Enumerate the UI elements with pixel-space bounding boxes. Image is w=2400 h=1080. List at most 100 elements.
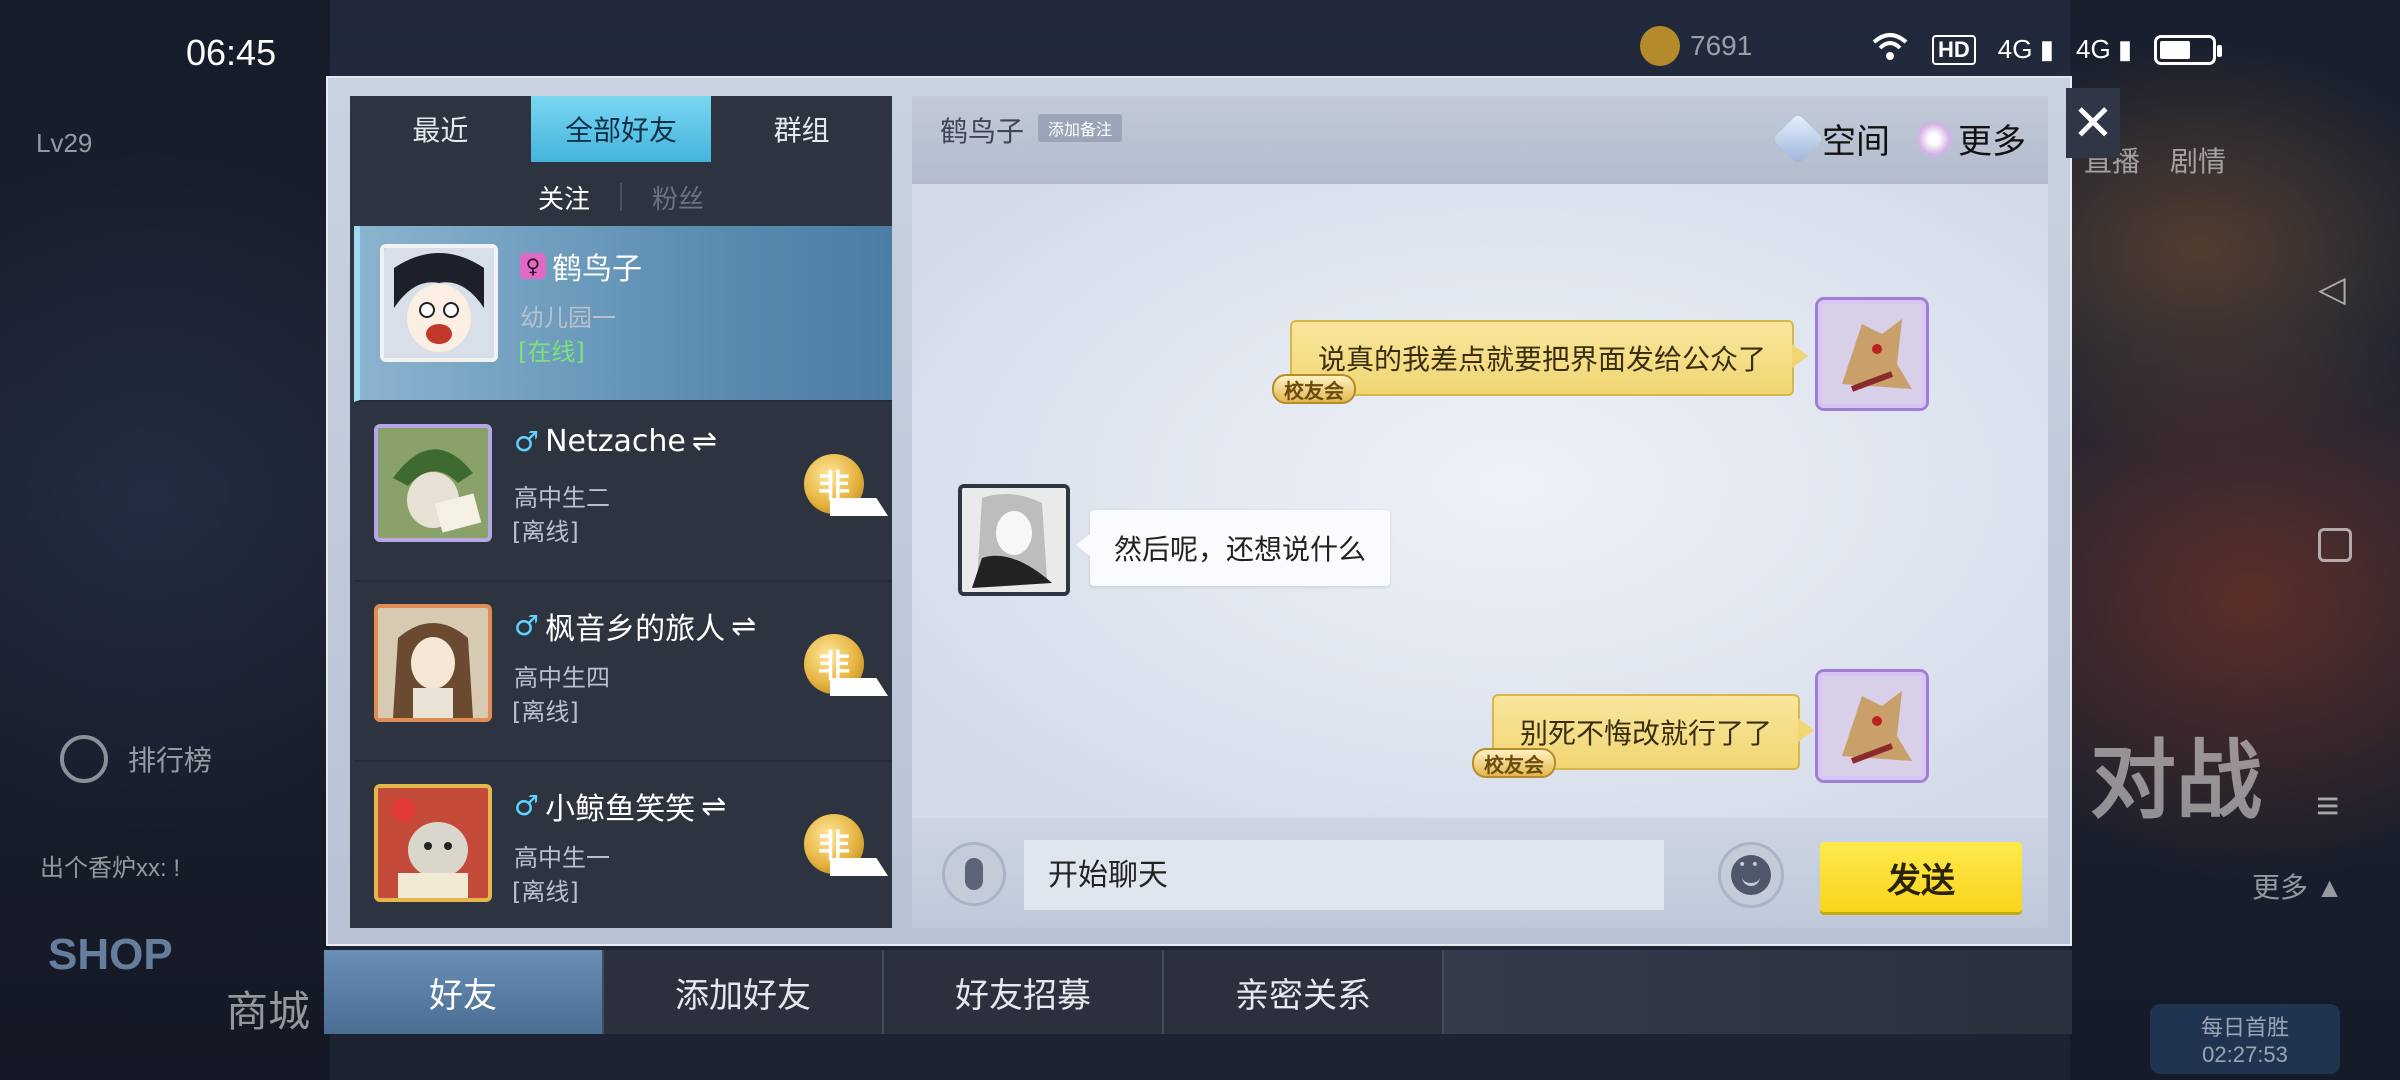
alumni-badge: 校友会 [1272, 374, 1356, 404]
alumni-badge: 校友会 [1472, 748, 1556, 778]
contact-avatar[interactable] [958, 484, 1070, 596]
daily-first-win[interactable]: 每日首胜 02:27:53 [2150, 1004, 2340, 1074]
drama-button[interactable]: 剧情 [2170, 140, 2226, 180]
hd-icon: HD [1932, 34, 1976, 65]
space-icon [1772, 113, 1824, 164]
battery-icon [2154, 34, 2223, 65]
more-button[interactable]: 更多 [1916, 114, 2026, 163]
anime-girl-avatar-icon [384, 248, 494, 358]
coin-amount: 7691 [1690, 30, 1753, 61]
chat-message-area[interactable]: 说真的我差点就要把界面发给公众了 校友会 然后呢，还想说什么 别死不悔改就行了了… [912, 184, 2048, 818]
chat-text-input[interactable] [1024, 840, 1664, 910]
daily-countdown: 02:27:53 [2202, 1042, 2288, 1067]
coin-counter: 7691 [1640, 26, 1752, 66]
friend-item[interactable]: ♀ 鹤鸟子 幼儿园一 [在线] [354, 226, 892, 402]
tab-add-friend[interactable]: 添加好友 [604, 950, 884, 1034]
emoji-button[interactable] [1718, 842, 1784, 908]
friend-category-tabs: 最近 全部好友 群组 [350, 96, 892, 162]
green-hat-avatar-icon [378, 428, 488, 538]
friend-item[interactable]: ♂ 小鲸鱼笑笑 ⇌ 高中生一 [离线] 非 [354, 766, 892, 928]
friend-name-row: ♂ 小鲸鱼笑笑 ⇌ [514, 784, 726, 828]
friend-name-row: ♀ 鹤鸟子 [520, 244, 642, 288]
dragon-avatar-icon [1822, 304, 1922, 404]
manga-girl-avatar-icon [962, 488, 1066, 592]
mutual-follow-icon: ⇌ [701, 788, 727, 824]
wifi-icon [1870, 30, 1910, 69]
world-message: 出个香炉xx: ! [40, 855, 181, 882]
friend-avatar [374, 784, 492, 902]
medal-ribbon [830, 858, 888, 876]
ranking-icon [60, 735, 108, 783]
tab-friend-recruit[interactable]: 好友招募 [884, 950, 1164, 1034]
signal-icon-2: 4G ▮ [2076, 34, 2133, 64]
cartoon-ghost-avatar-icon [378, 788, 488, 898]
medal-ribbon [830, 678, 888, 696]
tab-friends[interactable]: 好友 [324, 950, 604, 1034]
tab-groups[interactable]: 群组 [711, 96, 892, 162]
friend-status: [离线] [512, 518, 579, 546]
player-level: Lv29 [36, 128, 93, 158]
follow-sub-tabs: 关注 粉丝 [350, 162, 892, 232]
add-note-button[interactable]: 添加备注 [1038, 114, 1123, 142]
chat-contact-name: 鹤鸟子 [940, 115, 1025, 148]
background-left-area [0, 0, 330, 1080]
chat-bubble-contact: 然后呢，还想说什么 [1075, 510, 1391, 586]
microphone-icon [965, 858, 983, 890]
shop-logo[interactable]: SHOP [48, 930, 173, 980]
friend-avatar [374, 604, 492, 722]
status-time: 06:45 [186, 32, 277, 73]
tab-intimate-relations[interactable]: 亲密关系 [1164, 950, 1444, 1034]
tab-recent[interactable]: 最近 [350, 96, 531, 162]
male-icon: ♂ [514, 609, 540, 642]
friend-avatar [380, 244, 498, 362]
bottom-tabs-filler [1444, 950, 2072, 1034]
chat-bubble-self: 说真的我差点就要把界面发给公众了 [1290, 320, 1809, 396]
ranking-button[interactable]: 排行榜 [60, 735, 212, 783]
mutual-follow-icon: ⇌ [691, 424, 718, 459]
coin-icon [1640, 26, 1680, 66]
sub-tab-following[interactable]: 关注 [538, 179, 590, 216]
sub-tab-fans[interactable]: 粉丝 [652, 179, 704, 216]
more-label: 更多 [1958, 122, 2026, 162]
friend-grade: 高中生一 [514, 844, 610, 872]
status-icons: HD 4G ▮ 4G ▮ [1870, 30, 2223, 69]
shop-label[interactable]: 商城 [226, 978, 310, 1039]
smiley-icon [1731, 855, 1771, 895]
more-icon [1916, 120, 1952, 157]
friend-status: [离线] [512, 878, 579, 906]
friend-list-panel: 最近 全部好友 群组 关注 粉丝 ♀ 鹤鸟子 幼儿园一 [在线] ♂ Netza… [350, 96, 892, 928]
friend-item[interactable]: ♂ 枫音乡的旅人 ⇌ 高中生四 [离线] 非 [354, 586, 892, 762]
female-icon: ♀ [520, 253, 546, 279]
voice-button[interactable] [942, 842, 1006, 906]
daily-first-win-label: 每日首胜 [2200, 1015, 2289, 1040]
friend-name: Netzache [545, 424, 686, 459]
friend-grade: 高中生二 [514, 484, 610, 512]
friend-name: 鹤鸟子 [552, 252, 642, 287]
battle-banner: 对战 [2090, 733, 2262, 829]
signal-icon-1: 4G ▮ [1997, 34, 2054, 64]
friend-name: 枫音乡的旅人 [545, 612, 726, 647]
friend-name-row: ♂ Netzache ⇌ [514, 424, 717, 459]
self-avatar[interactable] [1818, 672, 1926, 780]
brown-hair-avatar-icon [378, 608, 488, 718]
friend-grade: 高中生四 [514, 664, 610, 692]
self-avatar[interactable] [1818, 300, 1926, 408]
close-icon: ✕ [2072, 94, 2114, 152]
back-nav-icon[interactable]: ◁ [2318, 268, 2346, 310]
friend-name-row: ♂ 枫音乡的旅人 ⇌ [514, 604, 756, 648]
friends-bottom-tabs: 好友 添加好友 好友招募 亲密关系 [324, 950, 2072, 1034]
male-icon: ♂ [514, 789, 540, 822]
send-button[interactable]: 发送 [1820, 842, 2022, 912]
recents-nav-icon[interactable] [2318, 528, 2352, 562]
space-button[interactable]: 空间 [1772, 113, 1890, 164]
chat-input-bar: 发送 [912, 818, 2048, 928]
close-button[interactable]: ✕ [2066, 88, 2120, 158]
menu-nav-icon[interactable]: ≡ [2316, 784, 2339, 829]
chat-header: 鹤鸟子 添加备注 空间 更多 [912, 96, 2048, 184]
friend-item[interactable]: ♂ Netzache ⇌ 高中生二 [离线] 非 [354, 406, 892, 582]
friend-status: [离线] [512, 698, 579, 726]
background-more-button[interactable]: 更多 ▲ [2252, 866, 2344, 906]
tab-all-friends[interactable]: 全部好友 [530, 96, 712, 162]
medal-ribbon [830, 498, 888, 516]
space-label: 空间 [1822, 122, 1890, 162]
